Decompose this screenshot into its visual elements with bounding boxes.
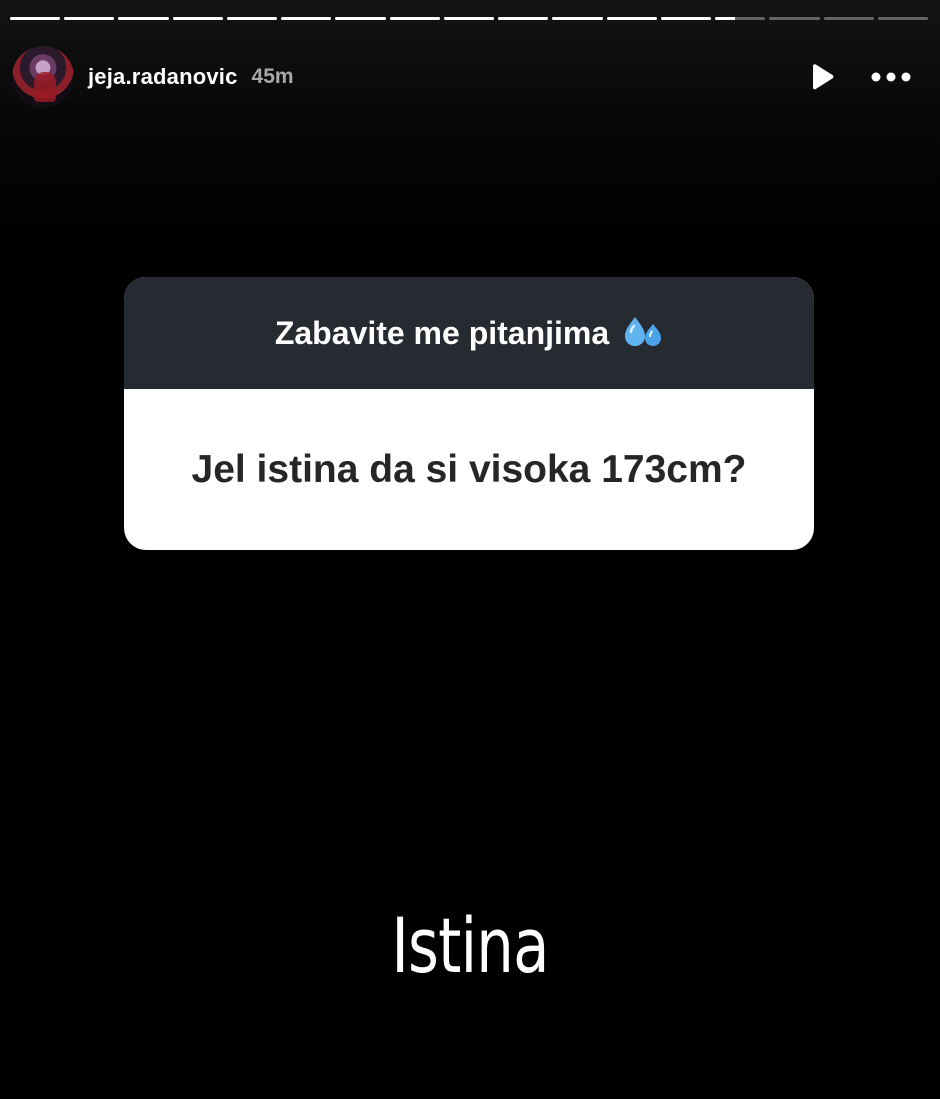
progress-segment-fill xyxy=(660,17,712,20)
more-horizontal-icon xyxy=(871,72,911,82)
progress-segment xyxy=(226,17,278,20)
progress-segment xyxy=(281,17,332,20)
progress-segment xyxy=(10,17,61,20)
progress-segment-fill xyxy=(335,17,386,20)
progress-segment-fill xyxy=(498,17,549,20)
question-sticker-title: Zabavite me pitanjima xyxy=(274,314,610,351)
sweat-droplets-icon xyxy=(625,317,662,346)
progress-segment xyxy=(769,17,820,20)
progress-segment-fill xyxy=(172,17,223,20)
progress-segment-fill xyxy=(64,17,115,20)
answer-text: Istina xyxy=(391,901,549,990)
question-sticker-header: Zabavite me pitanjima xyxy=(124,277,814,389)
progress-segment xyxy=(335,17,386,20)
progress-segment-fill xyxy=(226,17,278,20)
timestamp: 45m xyxy=(251,65,294,88)
story-view[interactable]: jeja.radanovic 45m Zabavite me pitanjima xyxy=(0,0,940,1099)
more-options-button[interactable] xyxy=(871,72,911,82)
progress-segment xyxy=(64,17,115,20)
progress-segment xyxy=(172,17,223,20)
story-controls xyxy=(809,63,917,91)
progress-segment-fill xyxy=(552,17,603,20)
progress-segment xyxy=(606,17,657,20)
progress-segment-fill xyxy=(606,17,657,20)
story-header: jeja.radanovic 45m xyxy=(12,44,917,110)
progress-segment-fill xyxy=(443,17,495,20)
question-sticker: Zabavite me pitanjima Jel istina da si v… xyxy=(124,277,814,550)
progress-segment xyxy=(118,17,169,20)
progress-segment xyxy=(389,17,440,20)
username[interactable]: jeja.radanovic xyxy=(88,64,238,90)
progress-segment-fill xyxy=(118,17,169,20)
progress-segment xyxy=(443,17,495,20)
progress-segment xyxy=(498,17,549,20)
progress-segment xyxy=(660,17,712,20)
play-button[interactable] xyxy=(809,63,835,91)
progress-segment xyxy=(823,17,874,20)
avatar[interactable] xyxy=(12,46,74,108)
progress-segment xyxy=(877,17,928,20)
play-icon xyxy=(813,64,834,90)
progress-segment xyxy=(552,17,603,20)
story-progress-bar xyxy=(10,17,928,21)
question-text: Jel istina da si visoka 173cm? xyxy=(191,447,747,491)
progress-segment-fill xyxy=(389,17,440,20)
progress-segment-fill xyxy=(281,17,332,20)
progress-segment xyxy=(715,17,766,20)
progress-segment-fill xyxy=(715,17,736,20)
progress-segment-fill xyxy=(10,17,61,20)
question-sticker-body: Jel istina da si visoka 173cm? xyxy=(124,389,814,550)
